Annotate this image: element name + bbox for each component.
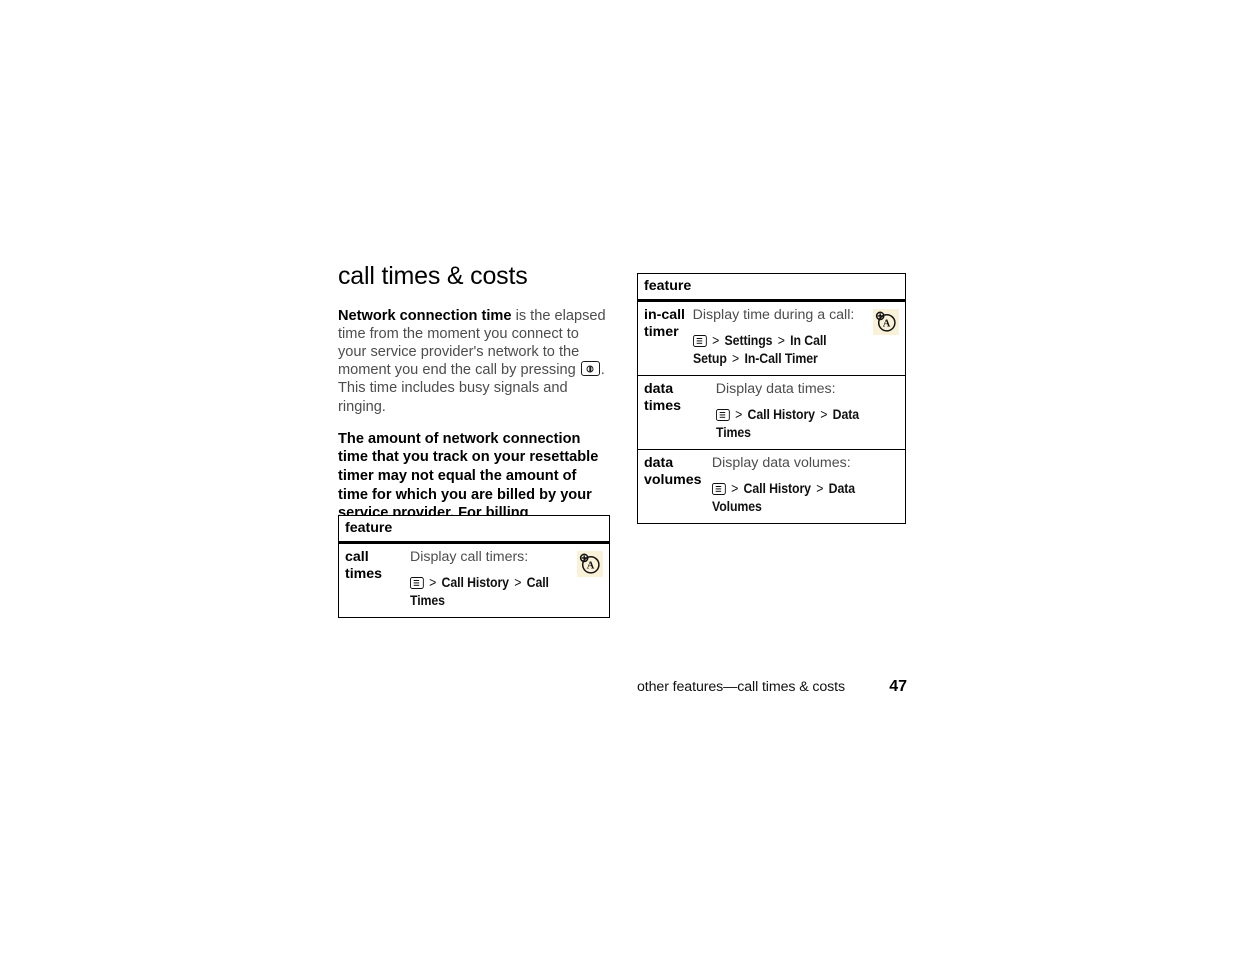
feature-name: call times: [339, 549, 410, 583]
path-separator-1: >: [429, 575, 437, 590]
path-separator-2: >: [816, 481, 824, 496]
table-row: data volumes Display data volumes: > Cal…: [638, 450, 905, 523]
feature-name: in-call timer: [638, 307, 693, 341]
path-separator-1: >: [730, 481, 739, 496]
intro-paragraph-1: Network connection time is the elapsed t…: [338, 307, 610, 416]
menu-key-icon: [409, 577, 424, 589]
path-segment-1: Call History: [441, 575, 509, 590]
feature-menu-path: > Settings > In Call Setup > In-Call Tim…: [692, 332, 855, 368]
table-row: call times Display call timers: > Call H…: [339, 544, 609, 617]
network-a-badge-icon: A: [577, 551, 603, 577]
other-features-table: feature in-call timer Display time durin…: [637, 273, 906, 524]
feature-name: data volumes: [638, 455, 712, 489]
footer-breadcrumb: other features—call times & costs: [637, 679, 846, 695]
feature-description-lead: Display data times:: [715, 381, 836, 397]
feature-description: Display time during a call: > Settings >…: [692, 307, 873, 368]
path-segment-1: Call History: [743, 481, 811, 496]
feature-description-lead: Display data volumes:: [711, 455, 851, 471]
svg-text:A: A: [587, 561, 595, 572]
feature-description: Display data volumes: > Call History > D…: [711, 455, 905, 516]
path-segment-3: In-Call Timer: [744, 351, 818, 366]
path-separator-2: >: [514, 575, 522, 590]
feature-menu-path: > Call History > Data Volumes: [711, 480, 886, 516]
table-row: data times Display data times: > Call Hi…: [638, 376, 905, 450]
manual-page: call times & costs Network connection ti…: [0, 0, 1235, 954]
feature-name-line1: data times: [644, 381, 682, 414]
page-footer: other features—call times & costs 47: [637, 678, 907, 696]
menu-key-icon: [692, 335, 707, 347]
badge-cell: A: [577, 549, 609, 577]
feature-name-line2: volumes: [644, 472, 702, 488]
path-separator-2: >: [777, 333, 785, 348]
call-times-feature-table: feature call times Display call timers: …: [338, 515, 610, 618]
path-separator-1: >: [711, 333, 719, 348]
feature-description-lead: Display call timers:: [409, 549, 529, 565]
path-separator-2: >: [819, 407, 828, 422]
feature-name-line1: call times: [345, 549, 383, 582]
feature-name-line2: timer: [644, 324, 679, 340]
feature-description-lead: Display time during a call:: [692, 307, 855, 323]
feature-name: data times: [638, 381, 716, 415]
end-call-key-icon: [580, 361, 600, 377]
feature-description: Display data times: > Call History > Dat…: [715, 381, 905, 442]
menu-key-icon: [715, 409, 730, 421]
intro-term: Network connection time: [338, 307, 512, 324]
path-segment-1: Settings: [724, 333, 773, 348]
feature-name-line1: in-call: [644, 307, 685, 323]
svg-text:A: A: [883, 319, 891, 330]
feature-name-line1: data: [644, 455, 674, 471]
page-number: 47: [889, 678, 907, 695]
table-row: in-call timer Display time during a call…: [638, 302, 905, 376]
page-title: call times & costs: [338, 262, 528, 290]
network-a-badge-icon: A: [873, 309, 899, 335]
feature-menu-path: > Call History > Call Times: [409, 574, 560, 610]
path-segment-1: Call History: [747, 407, 815, 422]
feature-menu-path: > Call History > Data Times: [715, 406, 886, 442]
path-separator-1: >: [734, 407, 742, 422]
badge-cell: A: [873, 307, 905, 335]
menu-key-icon: [711, 483, 726, 495]
table-header-feature: feature: [638, 274, 905, 302]
path-separator-3: >: [731, 351, 739, 366]
table-header-feature: feature: [339, 516, 609, 544]
feature-description: Display call timers: > Call History > Ca…: [409, 549, 577, 610]
